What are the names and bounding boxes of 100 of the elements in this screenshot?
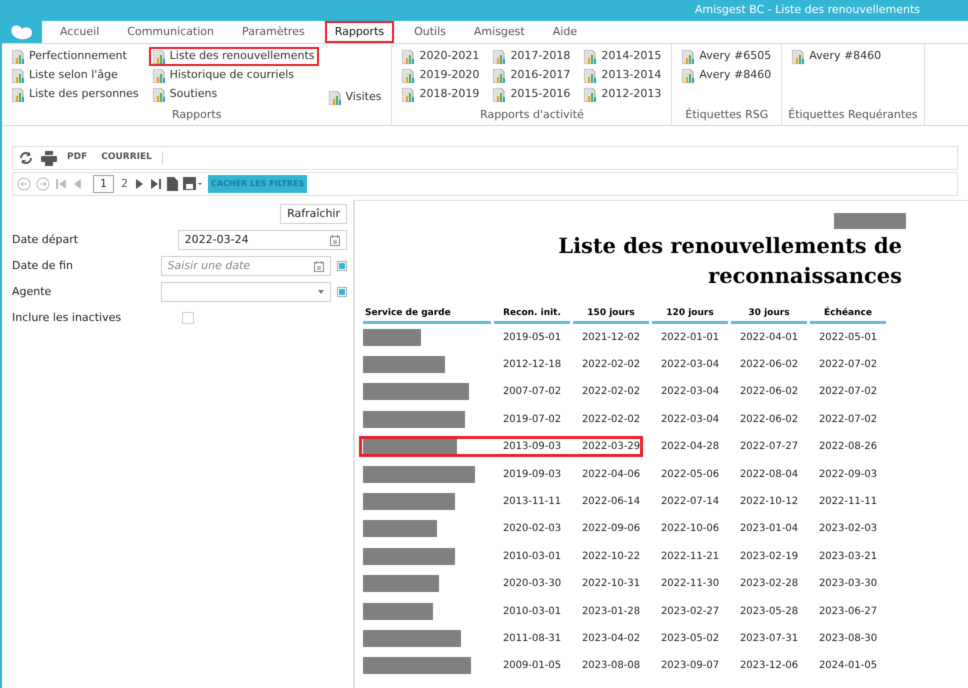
date-field[interactable]: Saisir une date [160, 256, 332, 276]
table-cell-text: 2022-11-21 [660, 550, 720, 564]
ribbon-item[interactable]: 2014-2015 [580, 47, 666, 66]
pdf-button[interactable]: PDF [63, 151, 92, 165]
ribbon-item[interactable]: Soutiens [148, 85, 319, 104]
report-icon [12, 88, 25, 102]
ribbon-item[interactable]: Avery #6505 [678, 47, 776, 66]
ribbon-item[interactable]: 2016-2017 [489, 66, 574, 85]
table-cell-text: 2012-12-18 [502, 358, 562, 372]
table-cell-text: 2023-04-02 [580, 632, 642, 646]
table-cell-text: 2022-06-02 [738, 358, 800, 372]
table-cell-text: 2022-03-04 [660, 358, 720, 372]
page-link[interactable]: 2 [119, 176, 130, 192]
back-icon[interactable] [17, 177, 31, 191]
group-title: Rapports [171, 107, 222, 123]
document-icon[interactable] [167, 177, 178, 191]
table-cell-text: 2022-11-30 [660, 577, 720, 592]
column-header: 120 jours [652, 307, 728, 324]
report-icon [402, 88, 416, 102]
column-header: Recon. init. [494, 307, 570, 324]
ribbon-item[interactable]: Avery #8460 [678, 66, 776, 85]
menu-tab[interactable]: Communication [113, 21, 228, 43]
ribbon-item[interactable]: Perfectionnement [8, 47, 143, 66]
table-cell-text: 2021-12-02 [580, 330, 642, 345]
report-icon [493, 88, 506, 102]
flag-checkbox[interactable] [337, 261, 347, 271]
ribbon-item[interactable]: 2015-2016 [489, 85, 574, 104]
table-cell-text: 2023-05-28 [738, 604, 800, 619]
table-cell-text: 2022-10-22 [580, 550, 642, 564]
report-icon [584, 50, 598, 64]
table-cell-text: 2024-01-05 [818, 659, 878, 674]
ribbon-item[interactable]: Historique de courriels [148, 66, 319, 85]
redacted-bar [834, 213, 906, 229]
table-cell-text: 2023-02-19 [738, 550, 800, 564]
column-header: 30 jours [731, 307, 807, 324]
report-icon [584, 68, 598, 82]
refresh-icon[interactable] [17, 150, 35, 166]
column-header: Échéance [810, 307, 886, 324]
menu-tab[interactable]: Accueil [46, 21, 114, 43]
forward-icon[interactable] [36, 177, 50, 191]
menu-tab[interactable]: Aide [538, 21, 592, 43]
ribbon-item[interactable]: 2017-2018 [489, 47, 574, 66]
report-icon [402, 50, 416, 64]
table-cell-text: 2019-07-02 [502, 412, 562, 427]
flag-checkbox[interactable] [337, 287, 347, 297]
logo-icon [9, 24, 35, 40]
print-icon[interactable] [41, 150, 57, 166]
table-cell-text: 2020-02-03 [502, 522, 562, 536]
ribbon-item[interactable]: Avery #8460 [788, 47, 886, 66]
menu-tab[interactable]: Paramètres [228, 21, 319, 43]
table-cell-text: 2010-03-01 [502, 604, 562, 619]
dropdown-field[interactable] [160, 282, 332, 302]
table-cell-text: 2023-06-27 [818, 604, 878, 619]
ribbon-item[interactable]: 2019-2020 [398, 66, 484, 85]
table-cell-text: 2023-02-03 [818, 522, 878, 536]
ribbon-item[interactable]: 2013-2014 [580, 66, 666, 85]
ribbon-item[interactable]: 2020-2021 [398, 47, 484, 66]
page-field[interactable]: 1 [93, 174, 114, 194]
report-icon [152, 88, 166, 102]
group-title: Étiquettes RSG [684, 107, 770, 123]
report-icon [584, 88, 598, 102]
table-cell-text: 2007-07-02 [502, 385, 562, 400]
report-icon [682, 50, 696, 64]
table-cell-text: 2011-08-31 [502, 632, 562, 646]
date-field[interactable]: 2022-03-24 [178, 230, 347, 250]
window-title: Amisgest BC - Liste des renouvellements [694, 2, 920, 18]
table-cell-text: 2023-09-07 [660, 659, 720, 674]
email-button[interactable]: COURRIEL [97, 151, 163, 165]
ribbon-item[interactable]: 2012-2013 [580, 85, 666, 104]
previous-page-icon[interactable] [72, 178, 82, 190]
table-cell-text: 2023-05-02 [660, 632, 720, 646]
refresh-button[interactable]: Rafraîchir [280, 204, 347, 224]
table-cell-text: 2022-02-02 [580, 358, 642, 372]
table-cell-text: 2020-03-30 [502, 577, 562, 592]
table-cell-text: 2022-10-31 [580, 577, 642, 592]
ribbon-item[interactable]: 2018-2019 [398, 85, 484, 104]
group-title: Étiquettes Requérantes [788, 107, 918, 123]
menu-tab[interactable]: Rapports [324, 21, 394, 43]
menu-tab[interactable]: Outils [400, 21, 460, 43]
ribbon-item[interactable]: Visites [324, 88, 386, 107]
last-page-icon[interactable] [150, 178, 162, 190]
report-icon [152, 68, 166, 82]
table-cell-text: 2010-03-01 [502, 550, 562, 564]
report-icon [328, 90, 342, 104]
report-icon [152, 50, 166, 64]
save-icon[interactable] [183, 177, 203, 191]
redacted-bar [363, 328, 421, 346]
checkbox[interactable] [182, 312, 194, 324]
table-cell-text: 2022-03-04 [660, 385, 720, 400]
ribbon-item[interactable]: Liste selon l'âge [8, 66, 143, 85]
dropdown-caret-icon [318, 290, 324, 294]
ribbon-item[interactable]: Liste des personnes [8, 85, 143, 104]
table-cell-text: 2022-07-14 [660, 495, 720, 510]
first-page-icon[interactable] [55, 178, 67, 190]
field-label: Date départ [12, 232, 80, 248]
calendar-icon [314, 260, 324, 272]
ribbon-item[interactable]: Liste des renouvellements [148, 47, 319, 66]
next-page-icon[interactable] [135, 178, 145, 190]
menu-tab[interactable]: Amisgest [460, 21, 539, 43]
table-cell-text: 2022-06-14 [580, 495, 642, 510]
